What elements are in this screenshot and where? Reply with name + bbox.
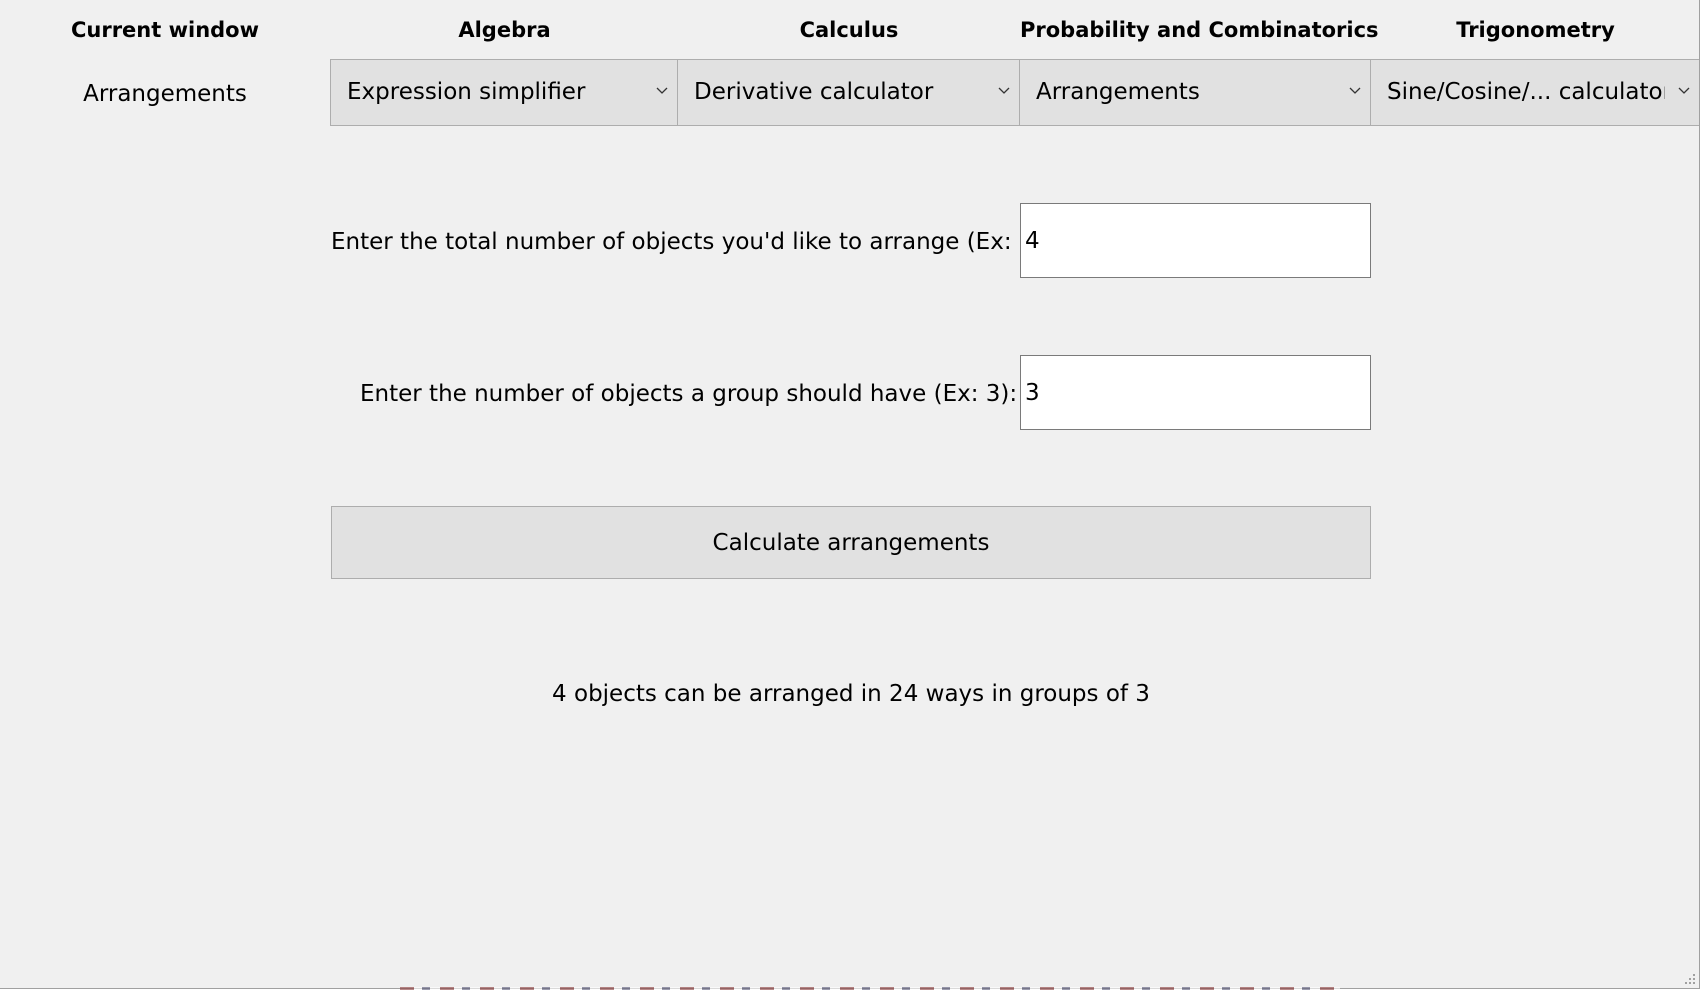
probability-dropdown[interactable]: Arrangements [1019,59,1371,126]
chevron-down-icon [656,87,668,94]
header-probability: Probability and Combinatorics [1020,18,1379,42]
calculus-dropdown-value: Derivative calculator [694,79,934,105]
header-trigonometry: Trigonometry [1456,18,1615,42]
resize-grip-icon[interactable] [1684,973,1696,985]
current-window-value: Arrangements [83,81,247,107]
header-algebra: Algebra [458,18,551,42]
trigonometry-dropdown[interactable]: Sine/Cosine/... calculator [1370,59,1699,126]
calculus-dropdown[interactable]: Derivative calculator [677,59,1020,126]
chevron-down-icon [1349,87,1361,94]
group-size-label: Enter the number of objects a group shou… [360,381,1018,407]
algebra-dropdown-value: Expression simplifier [347,79,586,105]
total-objects-input[interactable] [1020,203,1371,278]
chevron-down-icon [998,87,1010,94]
calculate-arrangements-button[interactable]: Calculate arrangements [331,506,1371,579]
trigonometry-dropdown-value: Sine/Cosine/... calculator [1387,79,1665,105]
header-current-window: Current window [70,18,260,42]
probability-dropdown-value: Arrangements [1036,79,1200,105]
result-text: 4 objects can be arranged in 24 ways in … [552,681,1150,707]
main-window: Current window Algebra Calculus Probabil… [0,0,1700,989]
header-calculus: Calculus [799,18,899,42]
chevron-down-icon [1678,87,1690,94]
total-objects-label: Enter the total number of objects you'd … [331,229,1051,255]
algebra-dropdown[interactable]: Expression simplifier [330,59,678,126]
group-size-input[interactable] [1020,355,1371,430]
